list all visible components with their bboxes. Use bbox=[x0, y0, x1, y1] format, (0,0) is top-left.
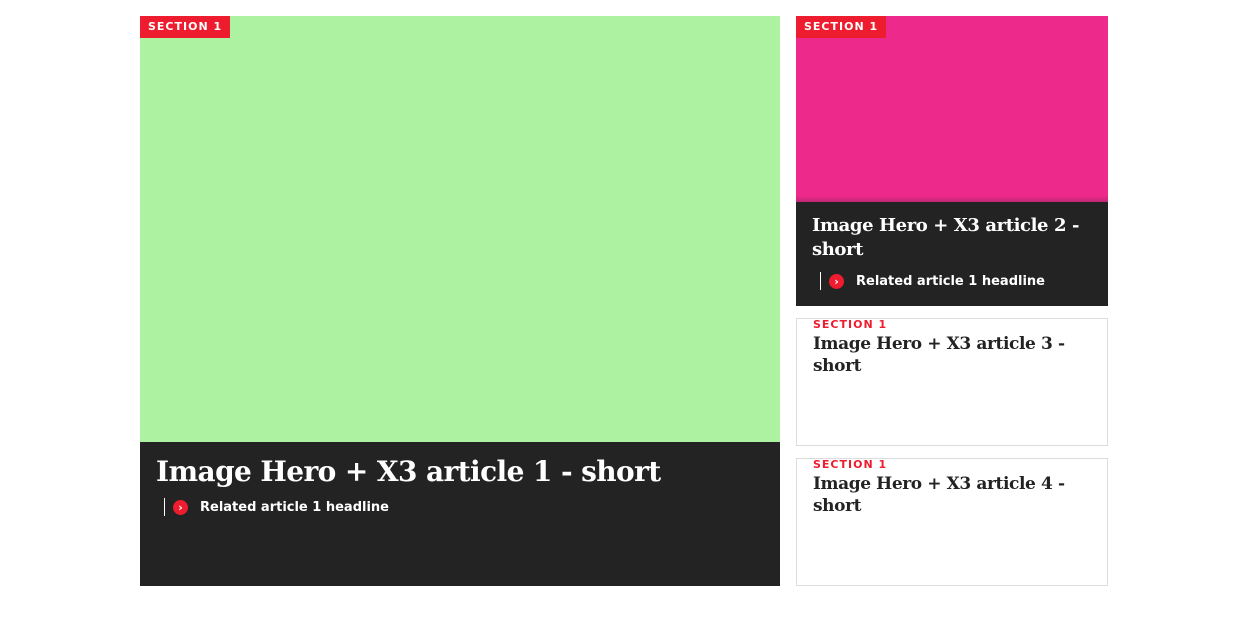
article-1-image[interactable] bbox=[140, 16, 780, 442]
article-4-card[interactable]: SECTION 1 Image Hero + X3 article 4 - sh… bbox=[796, 458, 1108, 586]
chevron-right-icon: › bbox=[829, 273, 844, 289]
article-1-related-headline[interactable]: Related article 1 headline bbox=[200, 500, 389, 515]
article-3-card[interactable]: SECTION 1 Image Hero + X3 article 3 - sh… bbox=[796, 318, 1108, 446]
article-4-section-label[interactable]: SECTION 1 bbox=[813, 459, 887, 471]
related-divider bbox=[820, 272, 821, 290]
article-4-headline[interactable]: Image Hero + X3 article 4 - short bbox=[813, 473, 1093, 517]
related-divider bbox=[164, 498, 165, 516]
article-1-related-link[interactable]: › Related article 1 headline bbox=[164, 498, 389, 516]
chevron-right-icon: › bbox=[173, 499, 188, 515]
article-1-section-tag[interactable]: SECTION 1 bbox=[140, 16, 231, 38]
article-3-section-label[interactable]: SECTION 1 bbox=[813, 319, 887, 331]
article-2-related-link[interactable]: › Related article 1 headline bbox=[820, 272, 1045, 290]
article-2-section-tag[interactable]: SECTION 1 bbox=[796, 16, 887, 38]
article-1-card[interactable]: SECTION 1 Image Hero + X3 article 1 - sh… bbox=[140, 16, 780, 586]
article-2-image[interactable] bbox=[796, 16, 1108, 202]
article-2-related-headline[interactable]: Related article 1 headline bbox=[856, 274, 1045, 289]
article-3-headline[interactable]: Image Hero + X3 article 3 - short bbox=[813, 333, 1093, 377]
article-2-card[interactable]: SECTION 1 Image Hero + X3 article 2 - sh… bbox=[796, 16, 1108, 306]
article-2-headline[interactable]: Image Hero + X3 article 2 - short bbox=[812, 214, 1092, 262]
article-1-headline[interactable]: Image Hero + X3 article 1 - short bbox=[156, 452, 756, 492]
